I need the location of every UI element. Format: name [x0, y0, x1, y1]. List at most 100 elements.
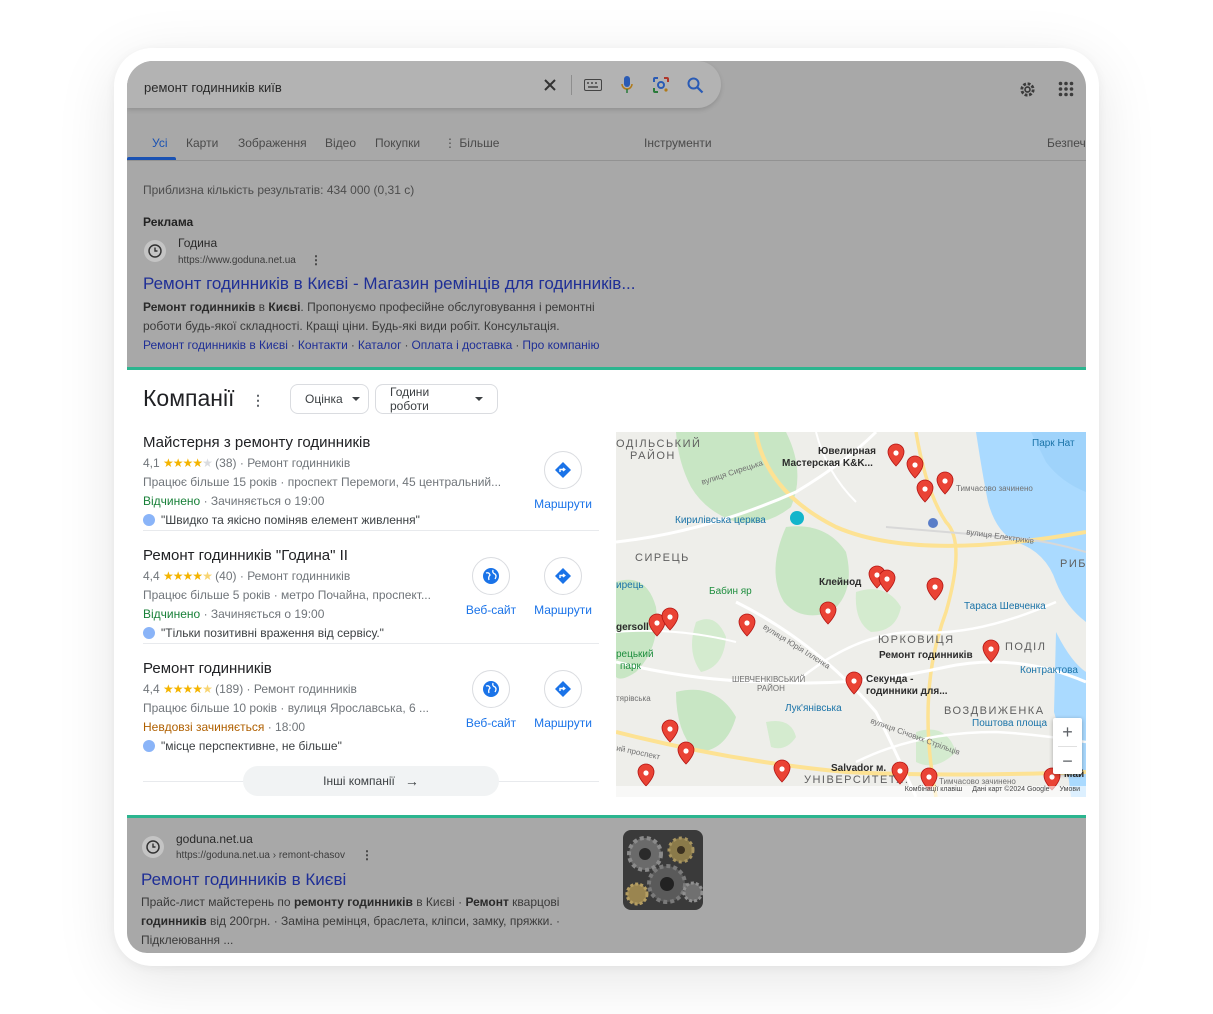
search-icon[interactable] — [686, 76, 704, 94]
business-details: Працює більше 15 років · проспект Перемо… — [143, 475, 502, 489]
map-label-ryb: РИБ — [1060, 558, 1086, 570]
business-rating-line: 4,1 ★★★★★ (38) · Ремонт годинників — [143, 456, 351, 470]
map-label-jewelry: Ювелирная — [818, 446, 876, 457]
more-companies-label: Інші компанії — [323, 774, 395, 788]
closing-time: · Зачиняється о 19:00 — [200, 494, 325, 508]
map-view[interactable]: ОДІЛЬСЬКИЙ РАЙОН Парк Нат Ювелирная Маст… — [616, 432, 1086, 797]
business-rating-line: 4,4 ★★★★★ (189) · Ремонт годинників — [143, 682, 357, 696]
business-name[interactable]: Ремонт годинників — [143, 660, 272, 677]
star-rating-icon: ★★★★★ — [163, 569, 213, 583]
map-label-vozdvyzhenka: ВОЗДВИЖЕНКА — [944, 705, 1045, 717]
more-companies-button[interactable]: Інші компанії → — [243, 766, 499, 796]
tab-images[interactable]: Зображення — [238, 136, 307, 150]
map-label-park: Парк Нат — [1032, 438, 1075, 449]
companies-menu-icon[interactable]: ⋮ — [251, 392, 265, 409]
map-label-kyrylivska: Кирилівська церква — [675, 515, 766, 526]
review-text: "Швидко та якісно поміняв елемент живлен… — [161, 513, 420, 527]
filter-hours-chip[interactable]: Години роботи — [375, 384, 498, 414]
business-name[interactable]: Ремонт годинників "Година" ІІ — [143, 547, 348, 564]
directions-button[interactable]: Маршрути — [528, 557, 598, 617]
ad-snippet-line2: роботи будь-якої складності. Кращі ціни.… — [143, 319, 560, 333]
business-review: "місце перспективне, не більше" — [143, 739, 342, 753]
sitelink-repair[interactable]: Ремонт годинників в Києві — [143, 338, 288, 352]
tab-tools[interactable]: Інструменти — [644, 136, 712, 150]
directions-button[interactable]: Маршрути — [528, 451, 598, 511]
snippet-bold: Ремонт — [465, 895, 509, 909]
microphone-icon[interactable] — [618, 76, 636, 94]
map-label-park1: рецький — [616, 649, 654, 660]
result-title-link[interactable]: Ремонт годинників в Києві — [141, 870, 346, 890]
map-label-temp-closed2: Тимчасово зачинено — [939, 777, 1016, 786]
review-text: "Тільки позитивні враження від сервісу." — [161, 626, 384, 640]
map-label-poshtova: Поштова площа — [972, 718, 1048, 729]
tab-maps[interactable]: Карти — [186, 136, 218, 150]
sitelink-catalog[interactable]: Каталог — [358, 338, 402, 352]
business-review: "Тільки позитивні враження від сервісу." — [143, 626, 384, 640]
keyboard-shortcuts-link[interactable]: Комбінації клавіш — [905, 786, 963, 797]
result-menu-icon[interactable]: ⋮ — [361, 848, 373, 862]
website-button[interactable]: Веб-сайт — [456, 557, 526, 617]
tab-more[interactable]: ⋮ Більше — [444, 136, 499, 150]
clock-favicon-icon — [142, 836, 164, 858]
globe-icon — [483, 681, 499, 697]
star-rating-icon: ★★★★★ — [163, 682, 213, 696]
zoom-in-button[interactable]: + — [1053, 718, 1082, 746]
tab-all[interactable]: Усі — [152, 136, 168, 150]
tab-more-label: Більше — [459, 136, 500, 150]
directions-label: Маршрути — [534, 497, 592, 511]
tab-safesearch[interactable]: Безпеч — [1047, 136, 1086, 150]
ad-label: Реклама — [143, 215, 194, 229]
result-snippet: Прайс-лист майстерень по ремонту годинни… — [141, 893, 581, 950]
map-footer: Комбінації клавіш Дані карт ©2024 Google… — [616, 786, 1086, 797]
star-rating-icon: ★★★★★ — [163, 456, 213, 470]
search-input[interactable]: ремонт годинників київ — [144, 80, 282, 95]
tab-shopping[interactable]: Покупки — [375, 136, 420, 150]
map-label-raion: РАЙОН — [630, 450, 676, 462]
snippet-bold: годинників — [141, 914, 207, 928]
arrow-right-icon: → — [404, 773, 419, 789]
lens-icon[interactable] — [652, 76, 670, 94]
map-data-attribution: Дані карт ©2024 Google — [972, 786, 1050, 793]
sitelink-contacts[interactable]: Контакти — [298, 338, 348, 352]
snippet-text: Підклеювання ... — [141, 933, 234, 947]
directions-button[interactable]: Маршрути — [528, 670, 598, 730]
search-bar[interactable]: ремонт годинників київ — [127, 61, 721, 108]
settings-gear-icon[interactable] — [1017, 79, 1037, 99]
result-site-url: https://goduna.net.ua › remont-chasov — [176, 850, 345, 861]
filter-rating-chip[interactable]: Оцінка — [290, 384, 369, 414]
reviewer-avatar-icon — [143, 740, 155, 752]
map-label-remont: Ремонт годинників — [879, 650, 973, 661]
clear-icon[interactable] — [541, 76, 559, 94]
directions-icon — [555, 462, 571, 478]
ad-title-link[interactable]: Ремонт годинників в Києві - Магазин ремі… — [143, 274, 636, 294]
result-thumbnail-image[interactable] — [623, 830, 703, 910]
filter-rating-label: Оцінка — [305, 392, 343, 406]
website-button[interactable]: Веб-сайт — [456, 670, 526, 730]
ad-site-url: https://www.goduna.net.ua — [178, 255, 296, 266]
map-label-sekunda: Секунда - — [866, 674, 914, 685]
business-category: Ремонт годинників — [247, 569, 351, 583]
tab-videos[interactable]: Відео — [325, 136, 356, 150]
sitelink-about[interactable]: Про компанію — [522, 338, 599, 352]
map-label-kleinod: Клейнод — [819, 577, 862, 588]
search-bar-divider — [571, 75, 572, 95]
filter-hours-label: Години роботи — [390, 385, 430, 413]
business-name[interactable]: Майстерня з ремонту годинників — [143, 434, 370, 451]
map-label-shevchenkivskyi: ШЕВЧЕНКІВСЬКИЙ — [732, 675, 806, 684]
zoom-out-button[interactable]: − — [1053, 747, 1082, 775]
closing-time: · Зачиняється о 19:00 — [200, 607, 325, 621]
review-count: (40) — [215, 569, 237, 583]
tabs-divider — [127, 160, 1086, 161]
apps-grid-icon[interactable] — [1056, 79, 1076, 99]
terms-link[interactable]: Умови — [1060, 786, 1080, 797]
sitelink-payment-delivery[interactable]: Оплата і доставка — [411, 338, 512, 352]
map-label-raion2: РАЙОН — [757, 684, 785, 693]
keyboard-icon[interactable] — [584, 76, 602, 94]
reviewer-avatar-icon — [143, 627, 155, 639]
business-details: Працює більше 5 років · метро Почайна, п… — [143, 588, 431, 602]
ad-sitelinks: Ремонт годинників в Києві · Контакти · Катал… — [143, 338, 600, 352]
highlight-border-top — [127, 367, 1086, 370]
directions-label: Маршрути — [534, 716, 592, 730]
ad-snippet-bold: Ремонт годинників — [143, 300, 256, 314]
ad-menu-icon[interactable]: ⋮ — [310, 253, 322, 267]
